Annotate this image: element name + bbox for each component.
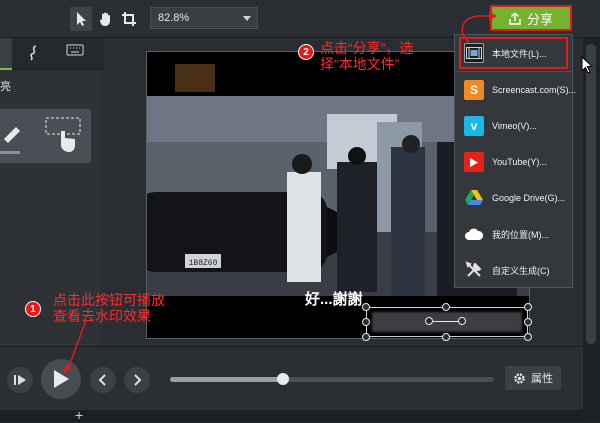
upload-icon	[509, 12, 521, 25]
anchor-handle[interactable]	[425, 317, 433, 325]
cloud-icon	[464, 224, 484, 244]
resize-handle[interactable]	[442, 303, 450, 311]
chevron-down-icon	[243, 16, 251, 21]
zoom-value: 82.8%	[158, 12, 190, 24]
scrollbar-thumb[interactable]	[586, 44, 596, 344]
playback-progress	[170, 377, 284, 382]
properties-label: 属性	[531, 373, 553, 385]
crop-icon[interactable]	[118, 7, 140, 31]
resize-handle[interactable]	[524, 303, 532, 311]
youtube-icon	[464, 152, 484, 172]
click-effect-card[interactable]	[37, 109, 91, 163]
blurred-watermark	[372, 312, 522, 332]
left-panel-tabs	[0, 38, 103, 70]
keyboard-tab-icon[interactable]	[66, 44, 84, 59]
menu-item-google-drive[interactable]: Google Drive(G)...	[455, 180, 572, 216]
video-subtitle: 好...謝謝	[305, 291, 363, 308]
arrow-select-icon[interactable]	[70, 7, 92, 31]
resize-handle[interactable]	[524, 318, 532, 326]
resize-handle[interactable]	[362, 303, 370, 311]
menu-item-label: 我的位置(M)...	[492, 229, 549, 240]
resize-handle[interactable]	[362, 333, 370, 341]
annotation-line: 点击“分享”，选	[320, 40, 414, 56]
step-badge-1: 1	[25, 301, 41, 317]
next-button[interactable]	[124, 367, 150, 393]
pen-effect-card[interactable]	[0, 109, 40, 163]
tools-icon	[464, 260, 484, 280]
add-track-icon[interactable]: +	[75, 408, 83, 422]
menu-item-label: Screencast.com(S)...	[492, 85, 577, 95]
menu-item-vimeo[interactable]: v Vimeo(V)...	[455, 108, 572, 144]
vimeo-icon: v	[464, 116, 484, 136]
zoom-dropdown[interactable]: 82.8%	[150, 7, 258, 29]
timeline-header	[0, 410, 583, 422]
pan-hand-icon[interactable]	[95, 7, 117, 31]
google-drive-icon	[464, 188, 484, 208]
annotation-step2: 点击“分享”，选 择“本地文件”	[320, 40, 413, 72]
step-badge-2: 2	[298, 44, 314, 60]
left-panel-label: 亮	[0, 81, 11, 93]
anchor-handle[interactable]	[458, 317, 466, 325]
annotation-curved-arrow	[461, 11, 497, 43]
gear-icon	[514, 372, 525, 384]
resize-handle[interactable]	[442, 333, 450, 341]
menu-item-label: Vimeo(V)...	[492, 121, 537, 131]
annotation-arrow	[63, 319, 87, 374]
tab-active[interactable]	[0, 38, 12, 70]
share-button-label: 分享	[526, 11, 553, 27]
cursor-effect-tab-icon[interactable]	[28, 44, 40, 65]
menu-item-my-location[interactable]: 我的位置(M)...	[455, 216, 572, 252]
properties-button[interactable]: 属性	[505, 366, 561, 390]
menu-item-screencast[interactable]: S Screencast.com(S)...	[455, 72, 576, 108]
menu-item-label: 自定义生成(C)	[492, 265, 550, 276]
selection-center-line	[429, 321, 461, 322]
menu-item-label: Google Drive(G)...	[492, 193, 566, 203]
menu-item-custom-produce[interactable]: 自定义生成(C)	[455, 252, 572, 288]
previous-button[interactable]	[90, 367, 116, 393]
mouse-pointer-icon	[581, 55, 594, 79]
resize-handle[interactable]	[362, 318, 370, 326]
step-play-button[interactable]	[7, 367, 33, 393]
annotation-line: 择“本地文件”	[320, 56, 400, 72]
menu-item-label: YouTube(Y)...	[492, 157, 547, 167]
screencast-icon: S	[464, 80, 484, 100]
menu-item-youtube[interactable]: YouTube(Y)...	[455, 144, 572, 180]
license-plate-text: 1B8Z60	[189, 259, 218, 268]
annotation-line: 点击此按钮可播放	[53, 292, 165, 308]
resize-handle[interactable]	[524, 333, 532, 341]
